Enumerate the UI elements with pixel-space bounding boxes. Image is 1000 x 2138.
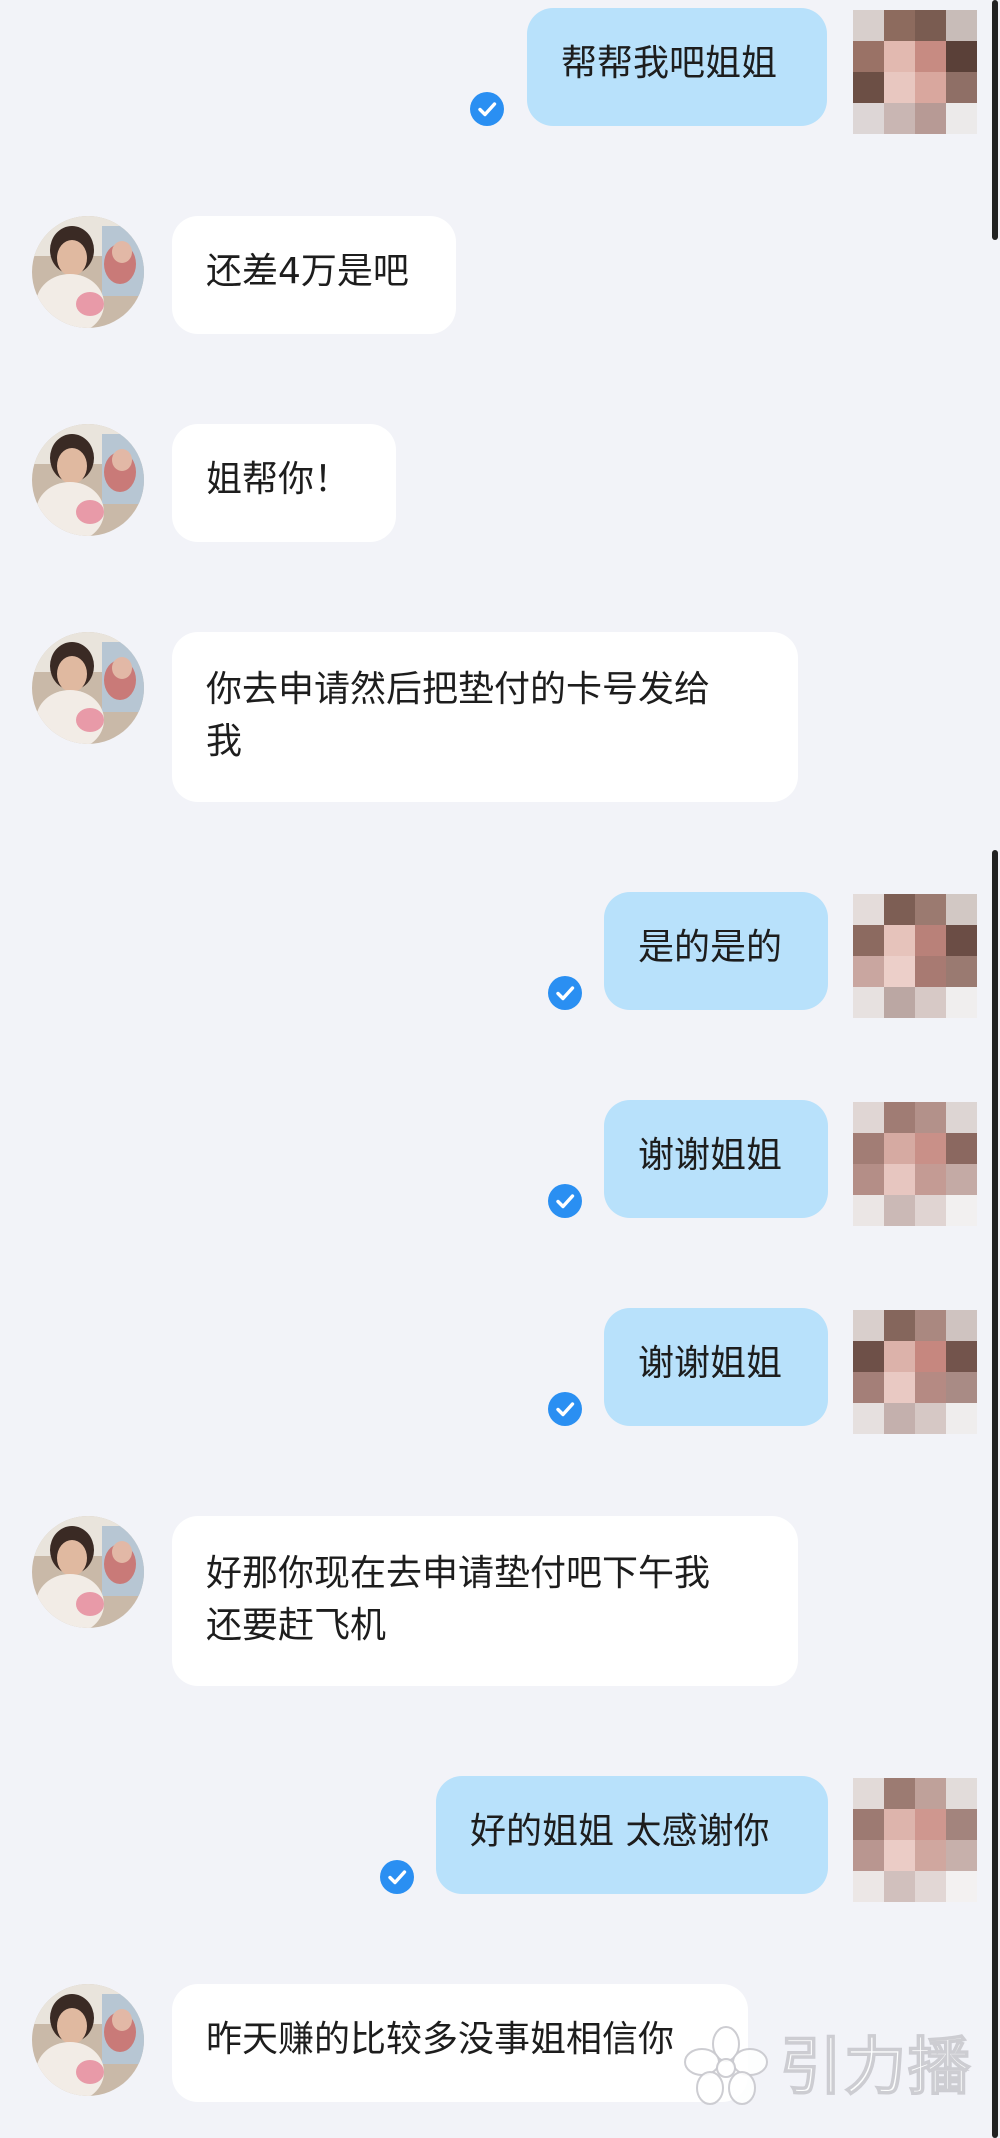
- message-row-outgoing: 是的是的: [0, 884, 1000, 1024]
- message-row-outgoing: 好的姐姐 太感谢你: [0, 1768, 1000, 1908]
- message-bubble-incoming[interactable]: 好那你现在去申请垫付吧下午我 还要赶飞机: [172, 1516, 798, 1686]
- flower-logo-icon: [684, 2026, 768, 2105]
- chat-thread: 帮帮我吧姐姐 还差4万是吧 姐帮你！ 你去申请然后把垫付的卡号发给 我 是的是的…: [0, 0, 1000, 2138]
- message-row-incoming: 好那你现在去申请垫付吧下午我 还要赶飞机: [0, 1508, 1000, 1698]
- read-check-icon: [470, 92, 504, 126]
- message-row-incoming: 还差4万是吧: [0, 208, 1000, 348]
- message-bubble-outgoing[interactable]: 帮帮我吧姐姐: [527, 8, 827, 126]
- read-check-icon: [548, 1184, 582, 1218]
- watermark: 引力播: [678, 2022, 978, 2112]
- message-bubble-incoming[interactable]: 你去申请然后把垫付的卡号发给 我: [172, 632, 798, 802]
- contact-avatar[interactable]: [32, 424, 144, 536]
- scrollbar-track[interactable]: [992, 850, 998, 2138]
- user-avatar-pixelated[interactable]: [853, 894, 977, 1018]
- message-bubble-outgoing[interactable]: 谢谢姐姐: [604, 1308, 828, 1426]
- user-avatar-pixelated[interactable]: [853, 10, 977, 134]
- user-avatar-pixelated[interactable]: [853, 1778, 977, 1902]
- user-avatar-pixelated[interactable]: [853, 1102, 977, 1226]
- message-row-incoming: 你去申请然后把垫付的卡号发给 我: [0, 624, 1000, 814]
- user-avatar-pixelated[interactable]: [853, 1310, 977, 1434]
- contact-avatar[interactable]: [32, 632, 144, 744]
- scrollbar-thumb[interactable]: [992, 0, 998, 240]
- contact-avatar[interactable]: [32, 1984, 144, 2096]
- message-bubble-incoming[interactable]: 还差4万是吧: [172, 216, 456, 334]
- message-bubble-outgoing[interactable]: 是的是的: [604, 892, 828, 1010]
- message-row-incoming: 姐帮你！: [0, 416, 1000, 556]
- read-check-icon: [380, 1860, 414, 1894]
- contact-avatar[interactable]: [32, 1516, 144, 1628]
- message-bubble-incoming[interactable]: 姐帮你！: [172, 424, 396, 542]
- message-bubble-incoming[interactable]: 昨天赚的比较多没事姐相信你: [172, 1984, 748, 2102]
- message-row-outgoing: 谢谢姐姐: [0, 1300, 1000, 1440]
- message-bubble-outgoing[interactable]: 好的姐姐 太感谢你: [436, 1776, 828, 1894]
- watermark-text: 引力播: [779, 2029, 973, 2104]
- message-bubble-outgoing[interactable]: 谢谢姐姐: [604, 1100, 828, 1218]
- message-row-outgoing: 帮帮我吧姐姐: [0, 0, 1000, 140]
- read-check-icon: [548, 976, 582, 1010]
- read-check-icon: [548, 1392, 582, 1426]
- message-row-outgoing: 谢谢姐姐: [0, 1092, 1000, 1232]
- contact-avatar[interactable]: [32, 216, 144, 328]
